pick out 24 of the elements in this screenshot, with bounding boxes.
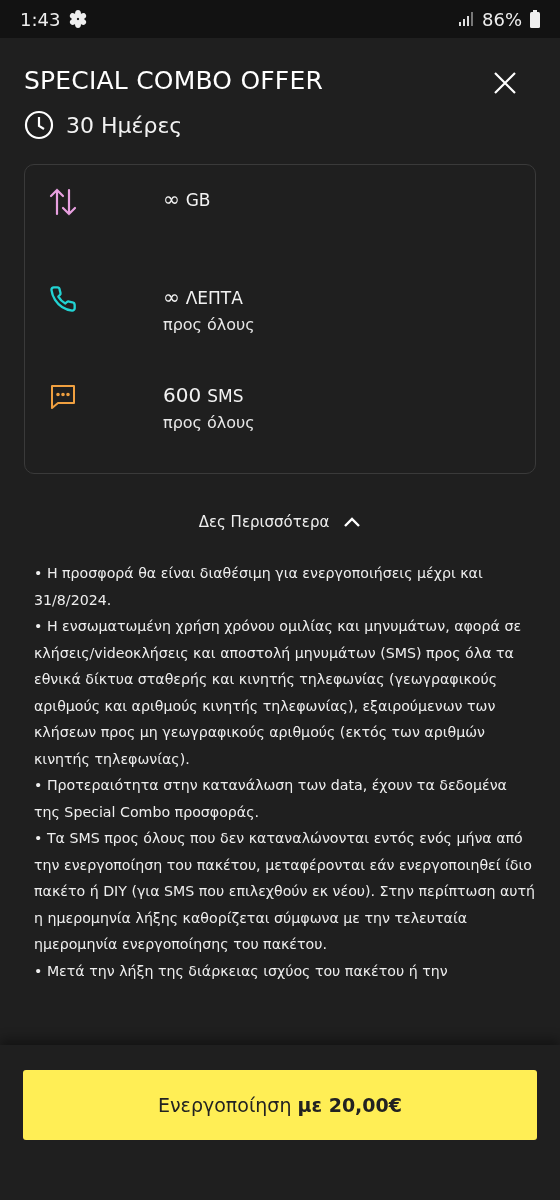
clock: 1:43 xyxy=(20,8,61,30)
offer-title: SPECIAL COMBO OFFER xyxy=(24,66,323,95)
up-down-arrows-icon xyxy=(49,187,77,217)
terms-paragraph: • Προτεραιότητα στην κατανάλωση των data, έχουν τα δεδομένα της Special Combo προσφοράς. xyxy=(34,776,508,822)
chat-bubble-icon xyxy=(49,383,77,411)
phone-icon xyxy=(49,285,77,313)
allowance-amount: 600 SMS xyxy=(163,383,245,407)
signal-icon xyxy=(458,11,474,27)
terms-paragraph: • Μετά την λήξη της διάρκειας ισχύος του πακέτου ή την xyxy=(34,961,449,981)
allowance-note: προς όλους xyxy=(163,413,255,432)
terms-paragraph: • Η ενσωματωμένη χρήση χρόνου ομιλίας και μηνυμάτων, αφορά σε κλήσεις/videoκλήσεις και αποστολή μηνυμάτων (SMS) προς όλα τα εθνικά δίκτυα σταθερής και κινητής τηλεφωνίας (γεωγραφικούς αριθμούς και αριθμούς κινητής τηλεφωνίας), εξαιρούμενων των κλήσεων προς μη γεωγραφικούς αριθμούς (εκτός των αριθμών κινητής τηλεφωνίας). xyxy=(34,617,523,769)
battery-level: 86% xyxy=(482,8,522,30)
terms-paragraph: • Η προσφορά θα είναι διαθέσιμη για ενεργοποιήσεις μέχρι και 31/8/2024. xyxy=(34,564,484,610)
activate-button[interactable]: Ενεργοποίηση με 20,00€ xyxy=(23,1070,537,1140)
battery-icon xyxy=(530,10,540,28)
clock-icon xyxy=(24,110,54,140)
allowance-amount: ∞ ΛΕΠΤΑ xyxy=(163,285,244,309)
flower-icon xyxy=(68,9,89,29)
allowance-note: προς όλους xyxy=(163,315,255,334)
see-more-toggle[interactable]: Δες Περισσότερα xyxy=(192,512,368,532)
terms-paragraph: • Τα SMS προς όλους που δεν καταναλώνονται εντός ενός μήνα από την ενεργοποίηση του πακέτου, μεταφέρονται εάν ενεργοποιηθεί ίδιο πακέτο ή DIY (για SMS που επιλεχθούν εκ νέου). Στην περίπτωση αυτή η ημερομηνία λήξης καθορίζεται σύμφωνα με την τελευταία ημερομηνία ενεργοποίησης του πακέτου. xyxy=(34,829,536,954)
chevron-icon xyxy=(343,516,362,528)
duration-text: 30 Ημέρες xyxy=(66,112,183,138)
allowance-amount: ∞ GB xyxy=(163,187,211,211)
